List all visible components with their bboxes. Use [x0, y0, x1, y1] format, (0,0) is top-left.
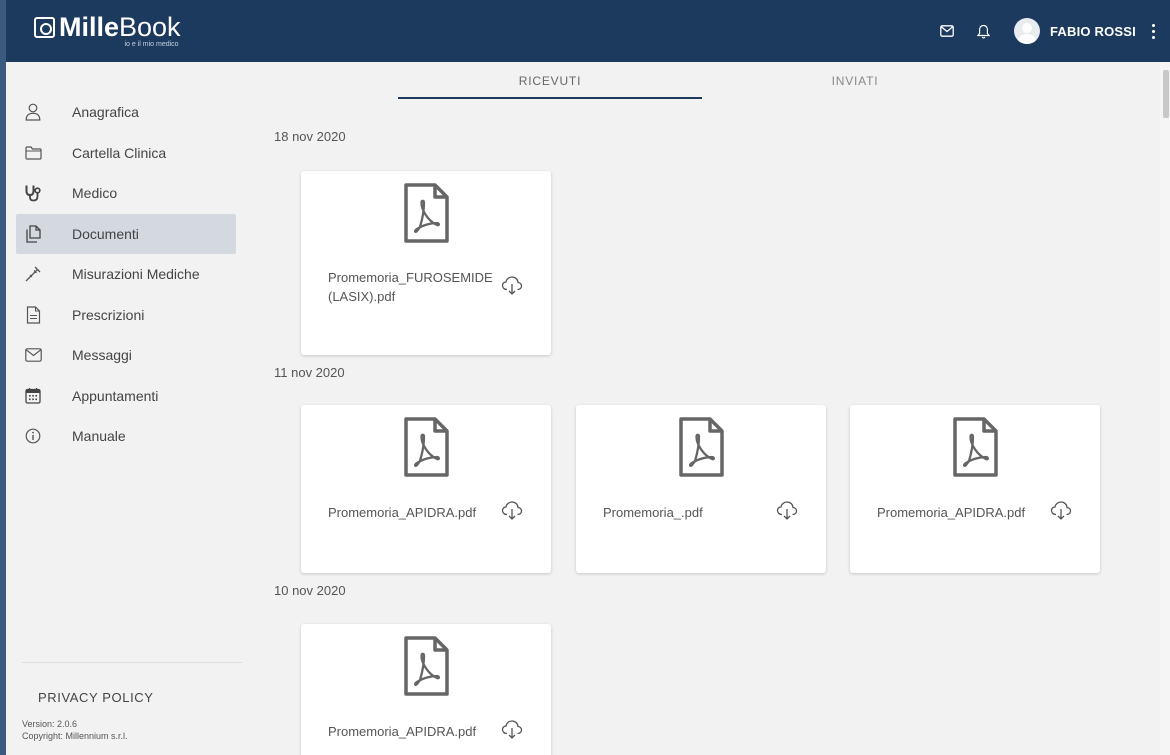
pdf-file-icon	[679, 417, 724, 477]
date-heading: 18 nov 2020	[274, 129, 346, 144]
privacy-policy-link[interactable]: PRIVACY POLICY	[38, 690, 154, 705]
stethoscope-icon	[22, 182, 44, 204]
sidebar-item-label: Appuntamenti	[72, 387, 159, 404]
sidebar-item-label: Cartella Clinica	[72, 144, 167, 161]
copyright-text: Copyright: Millennium s.r.l.	[22, 731, 128, 741]
sidebar-item-misurazioni-mediche[interactable]: Misurazioni Mediche	[16, 254, 236, 295]
sidebar-item-messaggi[interactable]: Messaggi	[16, 335, 236, 376]
tab-ricevuti[interactable]: RICEVUTI	[396, 74, 704, 88]
documents-main: RICEVUTI INVIATI 18 nov 2020 Promemoria_…	[246, 62, 1170, 755]
version-text: Version: 2.0.6	[22, 719, 78, 729]
version-info: Version: 2.0.6 Copyright: Millennium s.r…	[22, 718, 128, 742]
tab-bar: RICEVUTI INVIATI	[246, 62, 1156, 100]
millebook-logo[interactable]: Mille Book io e il mio medico	[34, 14, 181, 48]
sidebar-item-label: Misurazioni Mediche	[72, 266, 200, 283]
sidebar-item-label: Anagrafica	[72, 104, 139, 121]
sidebar-item-anagrafica[interactable]: Anagrafica	[16, 92, 236, 133]
sidebar-item-label: Prescrizioni	[72, 306, 145, 323]
cloud-download-icon[interactable]	[1050, 499, 1072, 521]
document-card[interactable]: Promemoria_APIDRA.pdf	[301, 624, 551, 755]
pdf-file-icon	[404, 636, 449, 696]
document-card[interactable]: Promemoria_APIDRA.pdf	[850, 405, 1100, 573]
main-scrollbar[interactable]	[1160, 62, 1170, 755]
user-name[interactable]: FABIO ROSSI	[1050, 24, 1136, 39]
logo-text-light: Book	[119, 12, 181, 42]
cloud-download-icon[interactable]	[501, 499, 523, 521]
document-filename: Promemoria_APIDRA.pdf	[328, 724, 477, 739]
sidebar-item-label: Manuale	[72, 428, 126, 445]
bell-icon[interactable]	[972, 20, 994, 42]
scrollbar-thumb[interactable]	[1163, 70, 1169, 118]
prescription-icon	[22, 304, 44, 326]
calendar-icon	[22, 385, 44, 407]
cloud-download-icon[interactable]	[501, 274, 523, 296]
document-card[interactable]: Promemoria_.pdf	[576, 405, 826, 573]
sidebar: Anagrafica Cartella Clinica Medico Docum…	[0, 62, 246, 755]
more-vert-icon[interactable]	[1146, 20, 1160, 42]
tab-inviati[interactable]: INVIATI	[701, 74, 1009, 88]
cloud-download-icon[interactable]	[776, 499, 798, 521]
document-filename: Promemoria_APIDRA.pdf	[328, 505, 477, 520]
document-filename: Promemoria_FUROSEMIDE (LASIX).pdf	[328, 270, 493, 304]
document-card[interactable]: Promemoria_FUROSEMIDE (LASIX).pdf	[301, 171, 551, 355]
sidebar-divider	[22, 662, 242, 663]
document-filename: Promemoria_.pdf	[603, 505, 703, 520]
sidebar-item-medico[interactable]: Medico	[16, 173, 236, 214]
sidebar-item-cartella-clinica[interactable]: Cartella Clinica	[16, 133, 236, 174]
mail-icon	[22, 344, 44, 366]
document-card[interactable]: Promemoria_APIDRA.pdf	[301, 405, 551, 573]
sidebar-item-label: Messaggi	[72, 347, 132, 364]
sidebar-item-documenti[interactable]: Documenti	[16, 213, 236, 254]
date-heading: 11 nov 2020	[274, 365, 345, 380]
person-icon	[22, 101, 44, 123]
cloud-download-icon[interactable]	[501, 718, 523, 740]
sidebar-item-label: Medico	[72, 185, 118, 202]
document-filename: Promemoria_APIDRA.pdf	[877, 505, 1026, 520]
folder-icon	[22, 142, 44, 164]
sidebar-item-prescrizioni[interactable]: Prescrizioni	[16, 295, 236, 336]
sidebar-item-label: Documenti	[72, 225, 139, 242]
pdf-file-icon	[404, 417, 449, 477]
pdf-file-icon	[404, 183, 449, 243]
tab-active-indicator	[398, 97, 702, 99]
logo-text-bold: Mille	[59, 12, 120, 42]
sidebar-item-manuale[interactable]: Manuale	[16, 416, 236, 457]
app-header: Mille Book io e il mio medico FABIO ROSSI	[0, 0, 1170, 62]
sidebar-item-appuntamenti[interactable]: Appuntamenti	[16, 376, 236, 417]
documents-icon	[22, 223, 44, 245]
sidebar-nav: Anagrafica Cartella Clinica Medico Docum…	[16, 92, 236, 457]
logo-mark-icon	[34, 16, 55, 38]
mail-icon[interactable]	[936, 20, 958, 42]
info-icon	[22, 425, 44, 447]
dropper-icon	[22, 263, 44, 285]
logo-tagline: io e il mio medico	[124, 41, 179, 48]
pdf-file-icon	[953, 417, 998, 477]
avatar[interactable]	[1014, 18, 1040, 44]
date-heading: 10 nov 2020	[274, 583, 346, 598]
